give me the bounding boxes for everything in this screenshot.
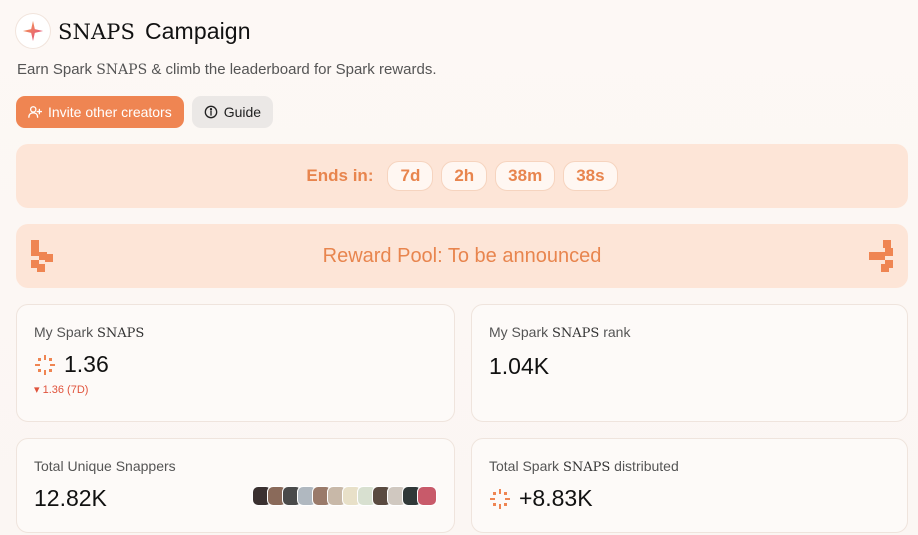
my-rank-card: My Spark SNAPS rank 1.04K — [471, 304, 908, 422]
countdown-days: 7d — [387, 161, 434, 191]
label-text-after: rank — [599, 324, 631, 340]
unique-snappers-value: 12.82K — [34, 485, 107, 511]
label-snaps: SNAPS — [562, 460, 611, 475]
card-value: +8.83K — [489, 485, 593, 512]
guide-button[interactable]: Guide — [191, 96, 274, 128]
label-text: My Spark — [34, 324, 98, 340]
card-label: My Spark SNAPS — [34, 324, 144, 341]
subtitle-text-after: & climb the leaderboard for Spark reward… — [147, 61, 437, 78]
label-snaps: SNAPS — [552, 326, 600, 341]
spark-logo-icon — [16, 14, 50, 48]
card-label: Total Spark SNAPS distributed — [489, 458, 679, 475]
countdown-label: Ends in: — [306, 166, 374, 185]
card-value: 12.82K — [34, 485, 107, 512]
distributed-card: Total Spark SNAPS distributed +8.83K — [471, 438, 908, 533]
countdown-minutes: 38m — [495, 161, 556, 191]
my-snaps-value: 1.36 — [64, 351, 109, 377]
countdown-hours: 2h — [441, 161, 488, 191]
action-buttons: Invite other creators Guide — [16, 96, 274, 128]
card-value: 1.04K — [489, 353, 549, 380]
invite-creators-button[interactable]: Invite other creators — [16, 96, 184, 128]
title-campaign: Campaign — [144, 17, 251, 44]
countdown-banner: Ends in: 7d 2h 38m 38s — [16, 144, 908, 208]
card-label: Total Unique Snappers — [34, 458, 176, 474]
add-user-icon — [28, 105, 42, 119]
card-label: My Spark SNAPS rank — [489, 324, 630, 341]
my-rank-value: 1.04K — [489, 353, 550, 379]
reward-pool-text: Reward Pool: To be announced — [322, 244, 602, 267]
header: SNAPS Campaign — [16, 14, 251, 48]
my-snaps-delta: ▾ 1.36 (7D) — [34, 384, 89, 396]
title-snaps: SNAPS — [58, 19, 135, 44]
invite-button-label: Invite other creators — [48, 104, 172, 120]
label-text: My Spark — [489, 324, 553, 340]
snaps-burst-icon — [34, 354, 56, 376]
snaps-burst-icon — [489, 488, 511, 510]
info-icon — [204, 105, 218, 119]
countdown-seconds: 38s — [563, 161, 618, 191]
page-subtitle: Earn Spark SNAPS & climb the leaderboard… — [17, 61, 437, 78]
snapper-avatars[interactable] — [252, 486, 437, 506]
snapper-avatar[interactable] — [417, 486, 437, 506]
distributed-value: +8.83K — [519, 485, 593, 511]
reward-pool-banner: Reward Pool: To be announced — [16, 224, 908, 288]
unique-snappers-card: Total Unique Snappers 12.82K — [16, 438, 455, 533]
pixel-decoration-left-icon — [31, 240, 55, 277]
subtitle-snaps: SNAPS — [96, 62, 148, 78]
my-snaps-card: My Spark SNAPS 1.36 ▾ 1.36 (7D) — [16, 304, 455, 422]
label-snaps: SNAPS — [97, 326, 145, 341]
label-text-after: distributed — [610, 458, 679, 474]
label-text: Total Spark — [489, 458, 563, 474]
guide-button-label: Guide — [223, 104, 262, 120]
page-title: SNAPS Campaign — [58, 18, 251, 45]
card-value: 1.36 — [34, 351, 109, 378]
subtitle-text-before: Earn Spark — [17, 61, 97, 78]
pixel-decoration-right-icon — [869, 240, 893, 277]
